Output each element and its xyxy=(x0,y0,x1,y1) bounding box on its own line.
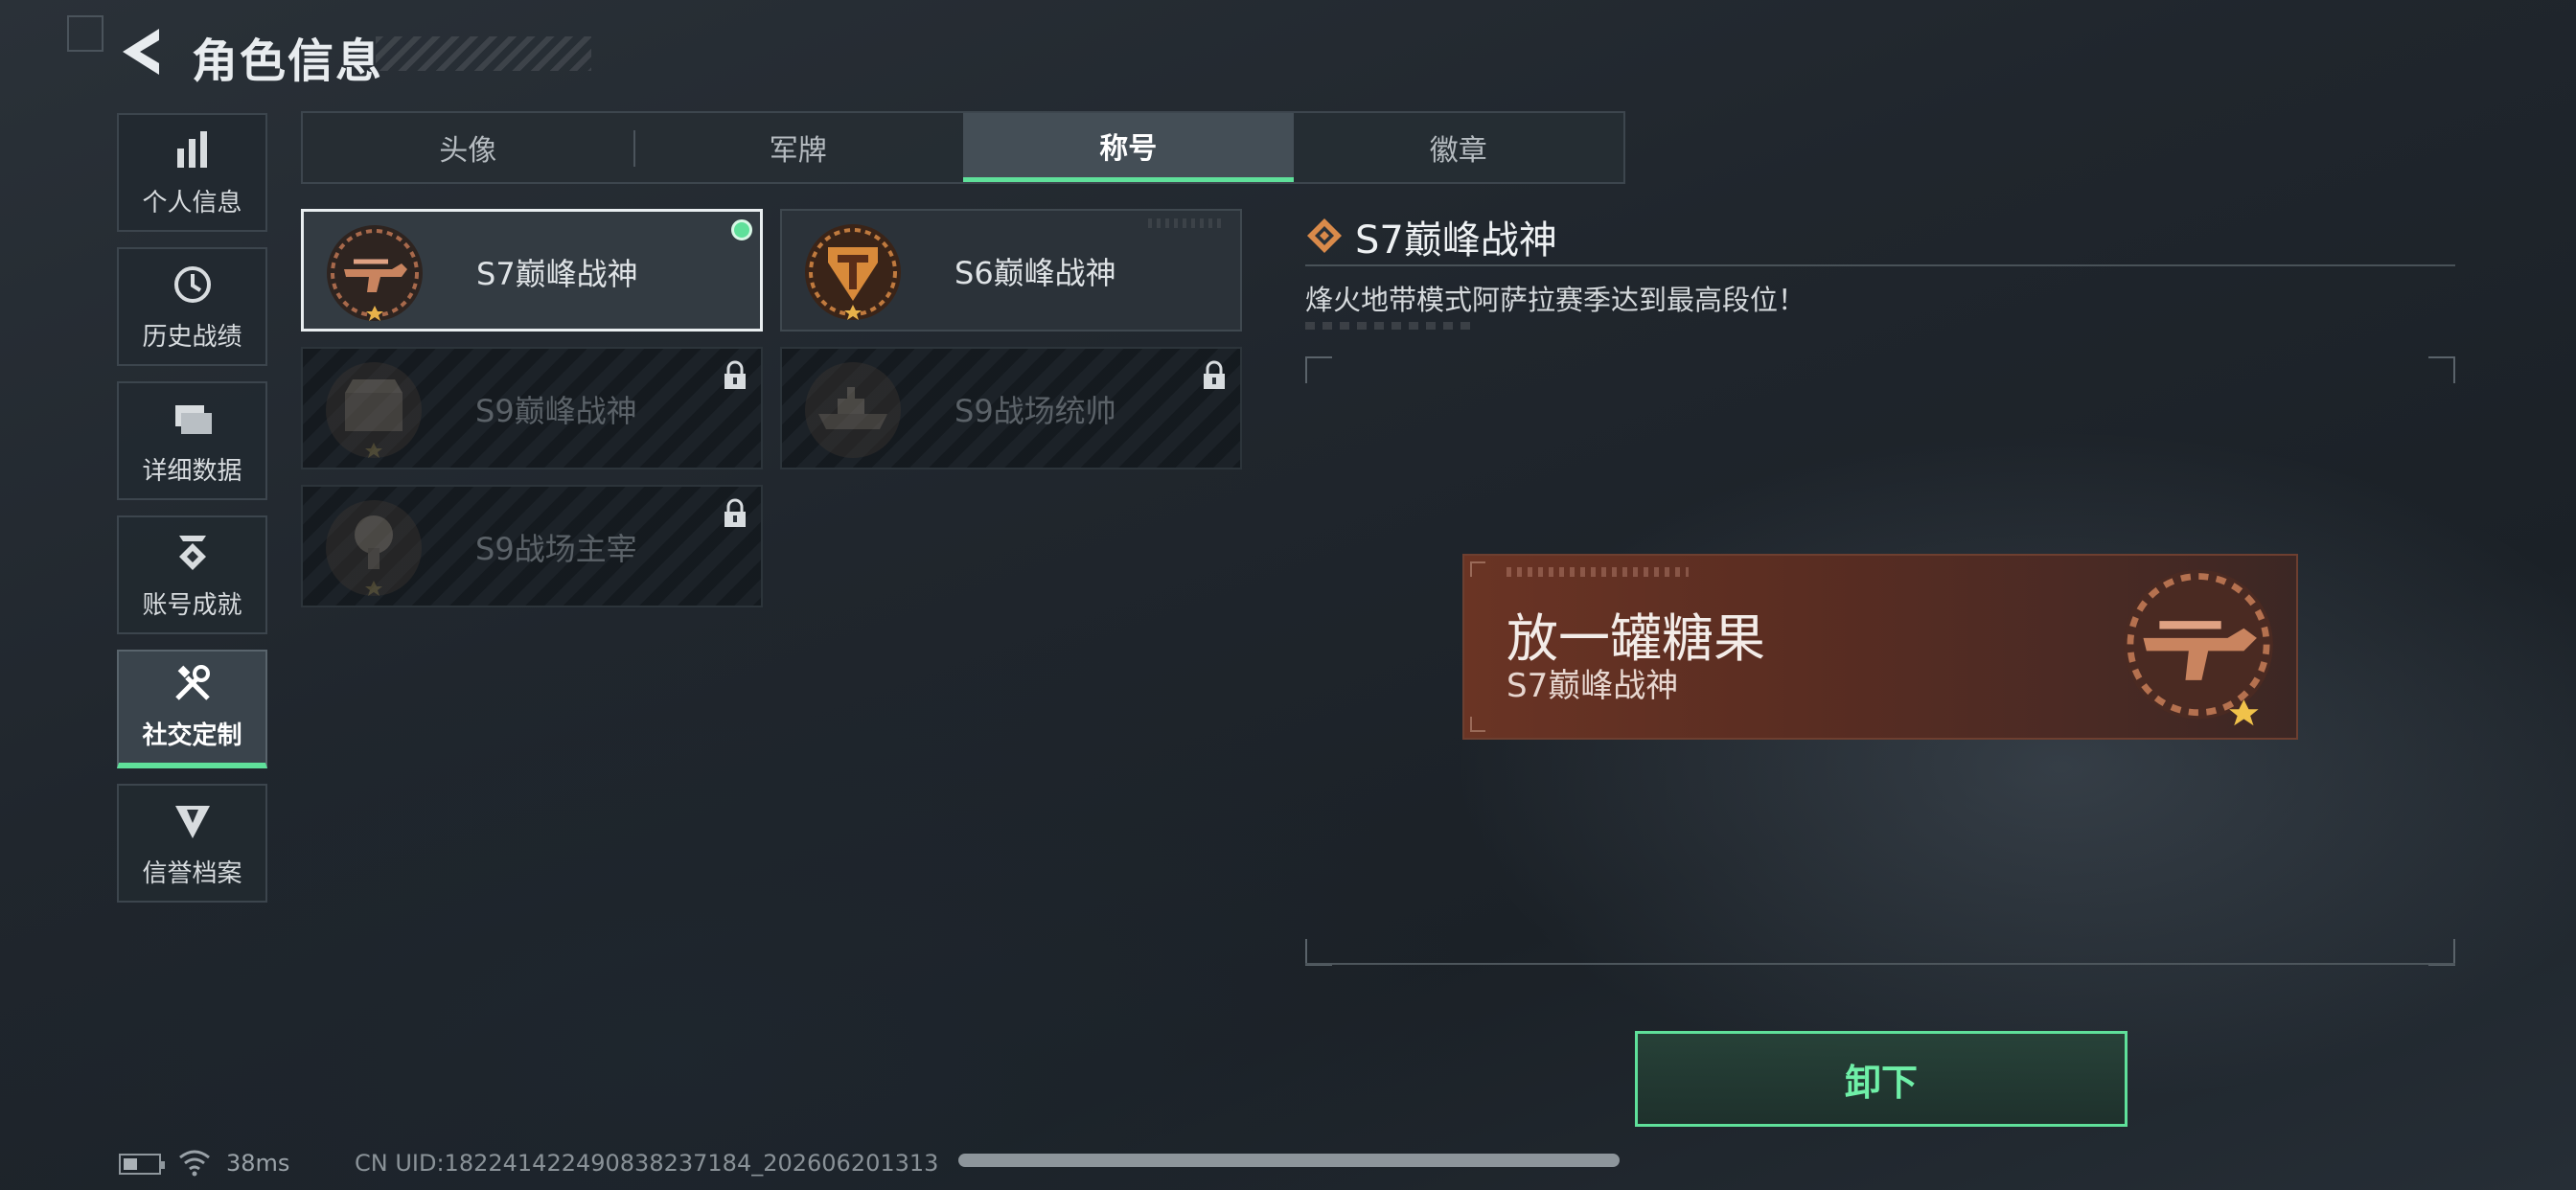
preview-divider xyxy=(1305,963,2455,965)
preview-title-name: S7巅峰战神 xyxy=(1506,667,1679,705)
title-preview-banner: 放一罐糖果 S7巅峰战神 xyxy=(1462,554,2298,740)
s9-battleship-medal-icon xyxy=(805,362,901,458)
s9-fortress-medal-icon xyxy=(326,362,422,458)
sidebar-item-label: 个人信息 xyxy=(142,189,242,217)
lock-icon xyxy=(724,498,746,527)
title-card-s9-battlefield-dominator[interactable]: S9战场主宰 xyxy=(301,485,763,607)
lock-icon xyxy=(724,360,746,389)
home-indicator-bar[interactable] xyxy=(958,1154,1620,1167)
achievement-badge-icon xyxy=(178,536,206,570)
detail-decoration xyxy=(1305,322,1474,330)
banner-corner xyxy=(1470,561,1485,577)
uid-text: CN UID:18224142249083823718­4_2026062013… xyxy=(355,1150,939,1177)
ping-readout: 38ms xyxy=(226,1150,290,1177)
back-arrow-icon[interactable] xyxy=(117,25,165,79)
title-card-s7-peak-god[interactable]: S7巅峰战神 xyxy=(301,209,763,332)
sidebar-item-social-custom[interactable]: 社交定制 xyxy=(117,650,267,768)
detail-description: 烽火地带模式阿萨拉赛季达到最高段位！ xyxy=(1305,284,1806,316)
history-clock-icon xyxy=(173,266,211,303)
title-name: S6巅峰战神 xyxy=(954,255,1116,291)
sidebar-item-personal-info[interactable]: 个人信息 xyxy=(117,113,267,232)
title-name: S7巅峰战神 xyxy=(476,256,638,292)
folder-icon xyxy=(174,405,212,434)
sidebar-item-label: 详细数据 xyxy=(142,457,242,486)
detail-divider xyxy=(1305,264,2455,266)
s7-gun-medal-icon xyxy=(2124,569,2273,726)
tools-icon xyxy=(174,665,210,700)
s9-explosion-medal-icon xyxy=(326,500,422,596)
tab-avatar[interactable]: 头像 xyxy=(303,113,633,182)
title-name: S9战场统帅 xyxy=(954,393,1116,429)
unequip-button[interactable]: 卸下 xyxy=(1635,1031,2128,1127)
page-title: 角色信息 xyxy=(192,34,384,88)
title-diamond-icon xyxy=(1307,218,1342,253)
title-card-s6-peak-god[interactable]: S6巅峰战神 xyxy=(780,209,1242,332)
detail-title: S7巅峰战神 xyxy=(1355,218,1557,263)
s6-emblem-medal-icon xyxy=(805,224,901,320)
title-name: S9战场主宰 xyxy=(475,531,637,567)
sidebar-item-label: 账号成就 xyxy=(142,591,242,620)
tab-badge[interactable]: 徽章 xyxy=(1294,113,1624,182)
bar-chart-icon xyxy=(176,131,207,168)
sidebar-item-achievements[interactable]: 账号成就 xyxy=(117,515,267,634)
sidebar-item-label: 社交定制 xyxy=(142,721,242,750)
battery-icon xyxy=(119,1154,165,1175)
title-name: S9巅峰战神 xyxy=(475,393,637,429)
wifi-icon xyxy=(179,1150,210,1177)
title-decoration xyxy=(376,36,591,71)
tab-title[interactable]: 称号 xyxy=(963,113,1294,182)
banner-corner xyxy=(1470,717,1485,732)
sidebar-item-label: 信誉档案 xyxy=(142,859,242,888)
s7-gun-medal-icon xyxy=(327,225,423,321)
tab-bar: 头像 军牌 称号 徽章 xyxy=(301,111,1625,184)
sidebar-item-credit-record[interactable]: 信誉档案 xyxy=(117,784,267,903)
title-card-s9-battlefield-marshal[interactable]: S9战场统帅 xyxy=(780,347,1242,469)
sidebar-item-detailed-data[interactable]: 详细数据 xyxy=(117,381,267,500)
banner-decoration xyxy=(1506,567,1689,577)
title-card-s9-peak-god[interactable]: S9巅峰战神 xyxy=(301,347,763,469)
sidebar-item-history[interactable]: 历史战绩 xyxy=(117,247,267,366)
sidebar-item-label: 历史战绩 xyxy=(142,323,242,352)
card-decoration xyxy=(1148,218,1225,228)
window-corner-box xyxy=(67,15,104,52)
equipped-indicator xyxy=(731,219,752,240)
shield-emblem-icon xyxy=(174,806,210,838)
lock-icon xyxy=(1204,360,1225,389)
tab-dog-tag[interactable]: 军牌 xyxy=(632,113,964,182)
